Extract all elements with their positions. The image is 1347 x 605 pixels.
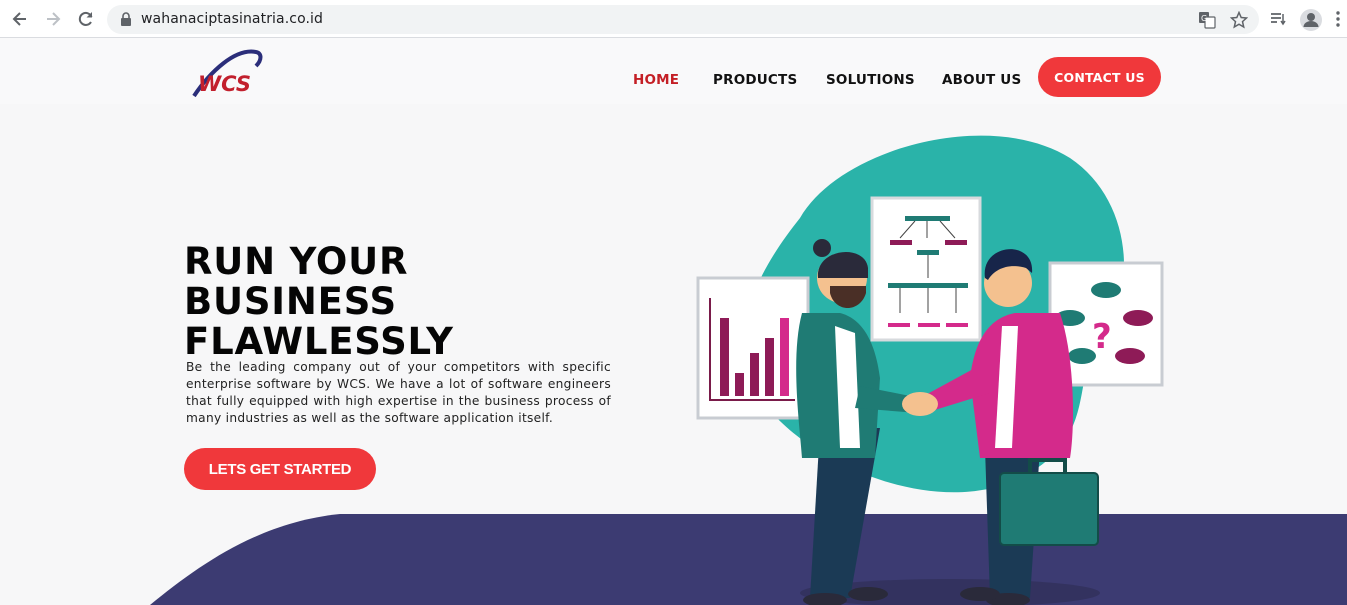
kebab-menu-icon[interactable]	[1336, 10, 1340, 28]
hero-description: Be the leading company out of your compe…	[186, 360, 611, 425]
url-text[interactable]: wahanaciptasinatria.co.id	[141, 11, 323, 27]
wcs-logo[interactable]: WCS	[190, 44, 265, 100]
contact-us-button[interactable]: CONTACT US	[1038, 57, 1161, 97]
translate-icon[interactable]: G	[1198, 11, 1216, 29]
address-bar[interactable]: wahanaciptasinatria.co.id G	[107, 5, 1259, 34]
star-icon[interactable]	[1230, 11, 1248, 29]
site-header: WCS HOME PRODUCTS SOLUTIONS ABOUT US CON…	[0, 38, 1347, 104]
web-page: WCS HOME PRODUCTS SOLUTIONS ABOUT US CON…	[0, 38, 1347, 605]
nav-about-us[interactable]: ABOUT US	[942, 72, 1021, 88]
reload-icon[interactable]	[76, 9, 96, 29]
hero-title: RUN YOUR BUSINESS FLAWLESSLY	[184, 242, 624, 362]
svg-text:?: ?	[1092, 317, 1112, 357]
browser-toolbar: wahanaciptasinatria.co.id G	[0, 0, 1347, 38]
hero-title-line-1: RUN YOUR BUSINESS	[184, 240, 409, 323]
nav-home[interactable]: HOME	[633, 72, 679, 88]
handshake-illustration: ?	[696, 135, 1164, 605]
logo-text: WCS	[198, 72, 251, 96]
svg-text:G: G	[1201, 14, 1207, 23]
hero-title-line-2: FLAWLESSLY	[184, 320, 454, 363]
back-arrow-icon[interactable]	[10, 9, 30, 29]
lets-get-started-button[interactable]: LETS GET STARTED	[184, 448, 376, 490]
profile-avatar-icon[interactable]	[1300, 9, 1322, 31]
reading-list-icon[interactable]	[1269, 10, 1287, 28]
nav-products[interactable]: PRODUCTS	[713, 72, 797, 88]
nav-solutions[interactable]: SOLUTIONS	[826, 72, 915, 88]
lock-icon	[121, 12, 131, 26]
forward-arrow-icon[interactable]	[43, 9, 63, 29]
